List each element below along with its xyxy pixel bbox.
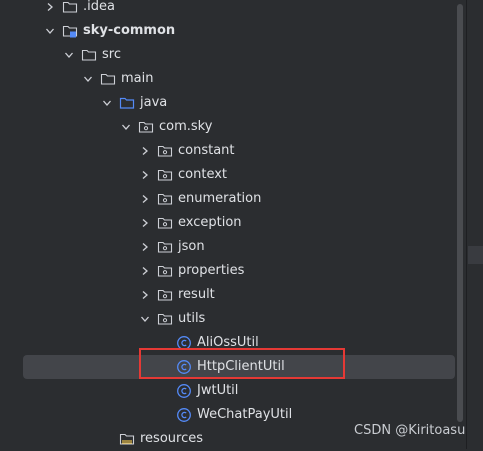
watermark-text: CSDN @Kiritoasu: [354, 423, 466, 438]
chevron-down-icon[interactable]: [139, 313, 151, 325]
tree-item-context[interactable]: context: [0, 163, 460, 187]
tree-item-main[interactable]: main: [0, 67, 460, 91]
tree-item-label: com.sky: [159, 119, 213, 134]
tree-item-exception[interactable]: exception: [0, 211, 460, 235]
tree-item-label: resources: [140, 431, 204, 446]
folder-icon: [100, 71, 116, 87]
tree-item-jwt-util[interactable]: JwtUtil: [0, 379, 460, 403]
package-icon: [157, 143, 173, 159]
chevron-right-icon[interactable]: [139, 169, 151, 181]
tree-item-label: constant: [178, 143, 235, 158]
module-folder-icon: [62, 23, 78, 39]
tree-item-label: WeChatPayUtil: [197, 407, 293, 422]
package-icon: [157, 167, 173, 183]
package-icon: [157, 311, 173, 327]
tree-item-properties[interactable]: properties: [0, 259, 460, 283]
chevron-right-icon[interactable]: [44, 1, 56, 13]
folder-icon: [62, 0, 78, 15]
chevron-right-icon[interactable]: [139, 145, 151, 157]
package-icon: [157, 263, 173, 279]
tree-item-enumeration[interactable]: enumeration: [0, 187, 460, 211]
chevron-right-icon[interactable]: [139, 241, 151, 253]
package-icon: [157, 191, 173, 207]
tree-item-java[interactable]: java: [0, 91, 460, 115]
chevron-down-icon[interactable]: [63, 49, 75, 61]
chevron-down-icon[interactable]: [82, 73, 94, 85]
tree-item-label: exception: [178, 215, 242, 230]
scrollbar-thumb[interactable]: [457, 4, 463, 422]
tree-item-label: JwtUtil: [197, 383, 239, 398]
package-icon: [157, 215, 173, 231]
chevron-down-icon[interactable]: [101, 97, 113, 109]
tree-item-label: java: [140, 95, 168, 110]
tree-item-label: context: [178, 167, 227, 182]
tree-item-idea[interactable]: .idea: [0, 0, 460, 19]
package-icon: [157, 239, 173, 255]
chevron-right-icon[interactable]: [139, 289, 151, 301]
class-icon: [176, 383, 192, 399]
tree-item-label: enumeration: [178, 191, 262, 206]
tree-item-utils[interactable]: utils: [0, 307, 460, 331]
tree-item-sky-common[interactable]: sky-common: [0, 19, 460, 43]
right-tool-strip: [466, 0, 483, 449]
package-icon: [138, 119, 154, 135]
tree-item-com-sky[interactable]: com.sky: [0, 115, 460, 139]
tree-item-constant[interactable]: constant: [0, 139, 460, 163]
tree-item-label: properties: [178, 263, 245, 278]
folder-icon: [81, 47, 97, 63]
tree-item-label: src: [102, 47, 121, 62]
tree-item-label: json: [178, 239, 205, 254]
chevron-right-icon[interactable]: [139, 217, 151, 229]
chevron-right-icon[interactable]: [139, 193, 151, 205]
tree-item-label: main: [121, 71, 154, 86]
package-icon: [157, 287, 173, 303]
chevron-down-icon[interactable]: [120, 121, 132, 133]
source-root-folder-icon: [119, 95, 135, 111]
chevron-right-icon[interactable]: [139, 265, 151, 277]
tree-item-src[interactable]: src: [0, 43, 460, 67]
highlight-annotation-box: [139, 348, 345, 379]
tree-item-json[interactable]: json: [0, 235, 460, 259]
tree-item-label: result: [178, 287, 215, 302]
tree-item-label: .idea: [83, 0, 115, 14]
chevron-down-icon[interactable]: [44, 25, 56, 37]
class-icon: [176, 407, 192, 423]
resources-folder-icon: [119, 431, 135, 447]
right-tool-tab[interactable]: [468, 246, 483, 264]
tree-item-result[interactable]: result: [0, 283, 460, 307]
tree-item-label: utils: [178, 311, 206, 326]
project-tree: .idea sky-common src main java com.sky c…: [0, 0, 483, 449]
tree-item-label: sky-common: [83, 23, 176, 38]
